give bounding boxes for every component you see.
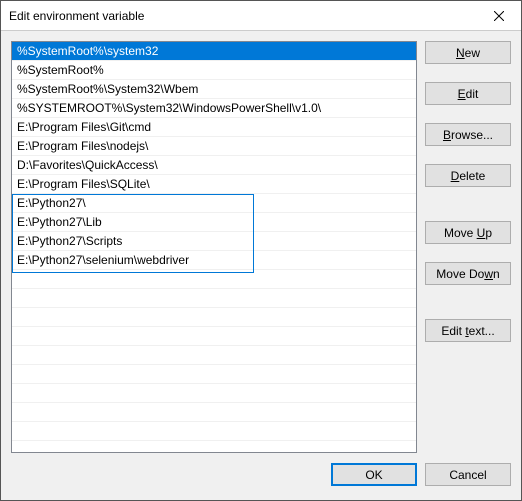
dialog-footer: OK Cancel bbox=[11, 453, 511, 490]
window-title: Edit environment variable bbox=[1, 9, 144, 23]
titlebar: Edit environment variable bbox=[1, 1, 521, 31]
move-up-button[interactable]: Move Up bbox=[425, 221, 511, 244]
list-item[interactable]: E:\Python27\selenium\webdriver bbox=[12, 251, 416, 270]
list-item[interactable]: %SystemRoot%\System32\Wbem bbox=[12, 80, 416, 99]
edit-button[interactable]: Edit bbox=[425, 82, 511, 105]
list-item[interactable]: %SYSTEMROOT%\System32\WindowsPowerShell\… bbox=[12, 99, 416, 118]
list-item-empty[interactable] bbox=[12, 289, 416, 308]
list-item[interactable]: E:\Python27\Scripts bbox=[12, 232, 416, 251]
new-button[interactable]: New bbox=[425, 41, 511, 64]
list-item-empty[interactable] bbox=[12, 384, 416, 403]
path-listbox[interactable]: %SystemRoot%\system32%SystemRoot%%System… bbox=[11, 41, 417, 453]
list-item[interactable]: E:\Program Files\nodejs\ bbox=[12, 137, 416, 156]
list-item[interactable]: D:\Favorites\QuickAccess\ bbox=[12, 156, 416, 175]
list-item-empty[interactable] bbox=[12, 308, 416, 327]
list-item[interactable]: E:\Python27\ bbox=[12, 194, 416, 213]
edit-text-button[interactable]: Edit text... bbox=[425, 319, 511, 342]
list-item[interactable]: E:\Program Files\SQLite\ bbox=[12, 175, 416, 194]
list-item[interactable]: %SystemRoot%\system32 bbox=[12, 42, 416, 61]
delete-button[interactable]: Delete bbox=[425, 164, 511, 187]
list-item-empty[interactable] bbox=[12, 346, 416, 365]
cancel-button[interactable]: Cancel bbox=[425, 463, 511, 486]
close-button[interactable] bbox=[476, 1, 521, 30]
list-item-empty[interactable] bbox=[12, 422, 416, 441]
list-item-empty[interactable] bbox=[12, 270, 416, 289]
list-item[interactable]: E:\Program Files\Git\cmd bbox=[12, 118, 416, 137]
list-item[interactable]: %SystemRoot% bbox=[12, 61, 416, 80]
list-item[interactable]: E:\Python27\Lib bbox=[12, 213, 416, 232]
browse-button[interactable]: Browse... bbox=[425, 123, 511, 146]
move-down-button[interactable]: Move Down bbox=[425, 262, 511, 285]
ok-button[interactable]: OK bbox=[331, 463, 417, 486]
button-column: New Edit Browse... Delete Move Up Move D… bbox=[425, 41, 511, 453]
dialog-body: %SystemRoot%\system32%SystemRoot%%System… bbox=[1, 31, 521, 500]
close-icon bbox=[494, 11, 504, 21]
list-item-empty[interactable] bbox=[12, 327, 416, 346]
main-row: %SystemRoot%\system32%SystemRoot%%System… bbox=[11, 41, 511, 453]
list-item-empty[interactable] bbox=[12, 365, 416, 384]
dialog-window: Edit environment variable %SystemRoot%\s… bbox=[0, 0, 522, 501]
list-item-empty[interactable] bbox=[12, 403, 416, 422]
